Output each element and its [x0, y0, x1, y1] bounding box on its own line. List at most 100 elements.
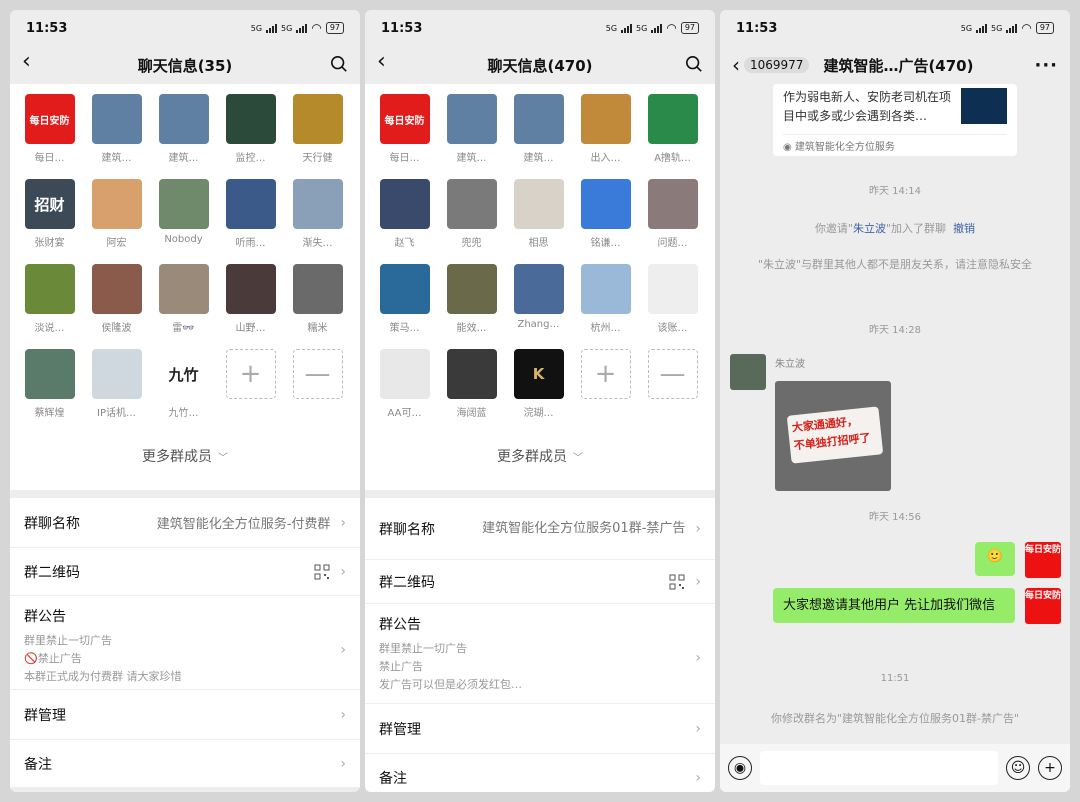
back-icon[interactable]: ‹ [377, 49, 386, 74]
member-tile[interactable]: 阿宏 [83, 179, 150, 256]
avatar [379, 349, 430, 399]
status-icons: 5G 5G ◠ 97 [961, 21, 1054, 35]
group-name-row[interactable]: 群聊名称 建筑智能化全方位服务-付费群 › [10, 498, 360, 548]
group-notice-row[interactable]: 群公告 群里禁止一切广告 🚫禁止广告 本群正式成为付费群 请大家珍惜 › [10, 596, 360, 690]
member-tile[interactable]: 渐失… [284, 179, 351, 256]
member-tile[interactable]: 海阔蓝 [438, 349, 505, 426]
group-qr-label: 群二维码 [379, 574, 435, 591]
member-tile[interactable]: 天行健 [284, 94, 351, 171]
chat-title: 建筑智能…广告(470) [823, 56, 974, 75]
page-title: 聊天信息(35) [137, 56, 233, 75]
chevron-right-icon: › [340, 706, 346, 723]
member-tile[interactable]: 相思 [505, 179, 572, 256]
plus-icon[interactable]: + [1038, 756, 1062, 780]
member-tile[interactable]: 糯米 [284, 264, 351, 341]
member-tile[interactable]: 九竹 九竹… [150, 349, 217, 426]
image-message[interactable]: 大家通通好， 不单独打招呼了 [775, 381, 891, 491]
group-qr-label: 群二维码 [24, 564, 80, 581]
add-member-button[interactable]: + [217, 349, 284, 426]
network-label-2: 5G [636, 23, 648, 33]
undo-link[interactable]: 撤销 [953, 222, 975, 235]
network-label-2: 5G [281, 23, 293, 33]
group-qr-row[interactable]: 群二维码 › [10, 548, 360, 596]
message-input[interactable] [760, 751, 998, 785]
member-tile[interactable]: 招财 张财宴 [16, 179, 83, 256]
member-tile[interactable]: 每日安防 每日… [371, 94, 438, 171]
add-member-button[interactable]: + [572, 349, 639, 426]
remove-member-button[interactable]: — [639, 349, 706, 426]
member-tile[interactable]: Zhang… [505, 264, 572, 341]
chevron-right-icon: › [340, 563, 346, 580]
remark-row[interactable]: 备注 › [10, 740, 360, 788]
member-name: 铭谦… [590, 238, 621, 249]
member-tile[interactable]: 建筑… [150, 94, 217, 171]
plus-icon: + [225, 349, 276, 399]
member-tile[interactable]: 建筑… [505, 94, 572, 171]
member-tile[interactable]: 能效… [438, 264, 505, 341]
my-avatar[interactable]: 每日安防 [1025, 588, 1061, 624]
member-name: Zhang… [517, 319, 560, 330]
member-tile[interactable]: AA可… [371, 349, 438, 426]
signal-icon-2 [651, 23, 663, 33]
text-message[interactable]: 大家想邀请其他用户 先让加我们微信 [773, 588, 1015, 623]
avatar [446, 264, 497, 314]
member-tile[interactable]: 策马… [371, 264, 438, 341]
member-tile[interactable]: A撸轨… [639, 94, 706, 171]
remove-member-button[interactable]: — [284, 349, 351, 426]
member-tile[interactable]: 铭谦… [572, 179, 639, 256]
avatar[interactable] [730, 354, 766, 390]
chat-nav-bar: ‹ 1069977 建筑智能…广告(470) ··· [720, 46, 1070, 84]
member-name: 每日… [34, 153, 65, 164]
avatar-text: 招财 [34, 195, 65, 214]
member-name: 糯米 [307, 323, 328, 334]
back-icon[interactable]: ‹ [732, 53, 740, 77]
member-tile[interactable]: Nobody [150, 179, 217, 256]
sticker-message[interactable]: 🙂 [975, 542, 1015, 576]
member-name: 侯隆波 [101, 323, 132, 334]
member-tile[interactable]: 听雨… [217, 179, 284, 256]
group-qr-row[interactable]: 群二维码 › [365, 560, 715, 604]
member-tile[interactable]: K 浣瑚… [505, 349, 572, 426]
member-tile[interactable]: 兜兜 [438, 179, 505, 256]
remark-row[interactable]: 备注 › [365, 754, 715, 792]
invitee-link[interactable]: 朱立波 [853, 222, 886, 235]
group-manage-row[interactable]: 群管理 › [365, 704, 715, 754]
remark-label: 备注 [24, 756, 52, 773]
unread-badge[interactable]: 1069977 [744, 57, 810, 73]
member-name: A撸轨… [654, 153, 691, 164]
member-tile[interactable]: 侯隆波 [83, 264, 150, 341]
member-tile[interactable]: 蔡辉煌 [16, 349, 83, 426]
my-avatar[interactable]: 每日安防 [1025, 542, 1061, 578]
avatar-text: K [532, 365, 545, 383]
back-icon[interactable]: ‹ [22, 49, 31, 74]
member-tile[interactable]: 每日安防 每日… [16, 94, 83, 171]
search-icon[interactable] [685, 55, 703, 73]
group-manage-row[interactable]: 群管理 › [10, 690, 360, 740]
member-tile[interactable]: 淡说… [16, 264, 83, 341]
member-name: 天行健 [302, 153, 333, 164]
group-notice-row[interactable]: 群公告 群里禁止一切广告 禁止广告 发广告可以但是必须发红包… › [365, 604, 715, 704]
member-tile[interactable]: 监控… [217, 94, 284, 171]
member-tile[interactable]: IP话机… [83, 349, 150, 426]
member-name: 建筑… [101, 153, 132, 164]
chevron-right-icon: › [695, 520, 701, 537]
more-members-button[interactable]: 更多群成员 ﹀ [371, 446, 709, 466]
more-options-icon[interactable]: ··· [1034, 55, 1058, 76]
more-members-button[interactable]: 更多群成员 ﹀ [16, 446, 354, 466]
group-name-row[interactable]: 群聊名称 建筑智能化全方位服务01群-禁广告 › [365, 498, 715, 560]
member-tile[interactable]: 出入… [572, 94, 639, 171]
member-tile[interactable]: 雷👓 [150, 264, 217, 341]
member-tile[interactable]: 问题… [639, 179, 706, 256]
member-tile[interactable]: 杭州… [572, 264, 639, 341]
member-tile[interactable]: 赵飞 [371, 179, 438, 256]
emoji-icon[interactable]: ☺ [1006, 756, 1030, 780]
avatar [446, 179, 497, 229]
qr-code-icon [669, 574, 685, 589]
member-tile[interactable]: 该账… [639, 264, 706, 341]
member-tile[interactable]: 山野… [217, 264, 284, 341]
member-tile[interactable]: 建筑… [83, 94, 150, 171]
member-tile[interactable]: 建筑… [438, 94, 505, 171]
voice-icon[interactable]: ◉ [728, 756, 752, 780]
article-card[interactable]: 作为弱电新人、安防老司机在项目中或多或少会遇到各类… ◉ 建筑智能化全方位服务 [773, 84, 1017, 156]
search-icon[interactable] [330, 55, 348, 73]
